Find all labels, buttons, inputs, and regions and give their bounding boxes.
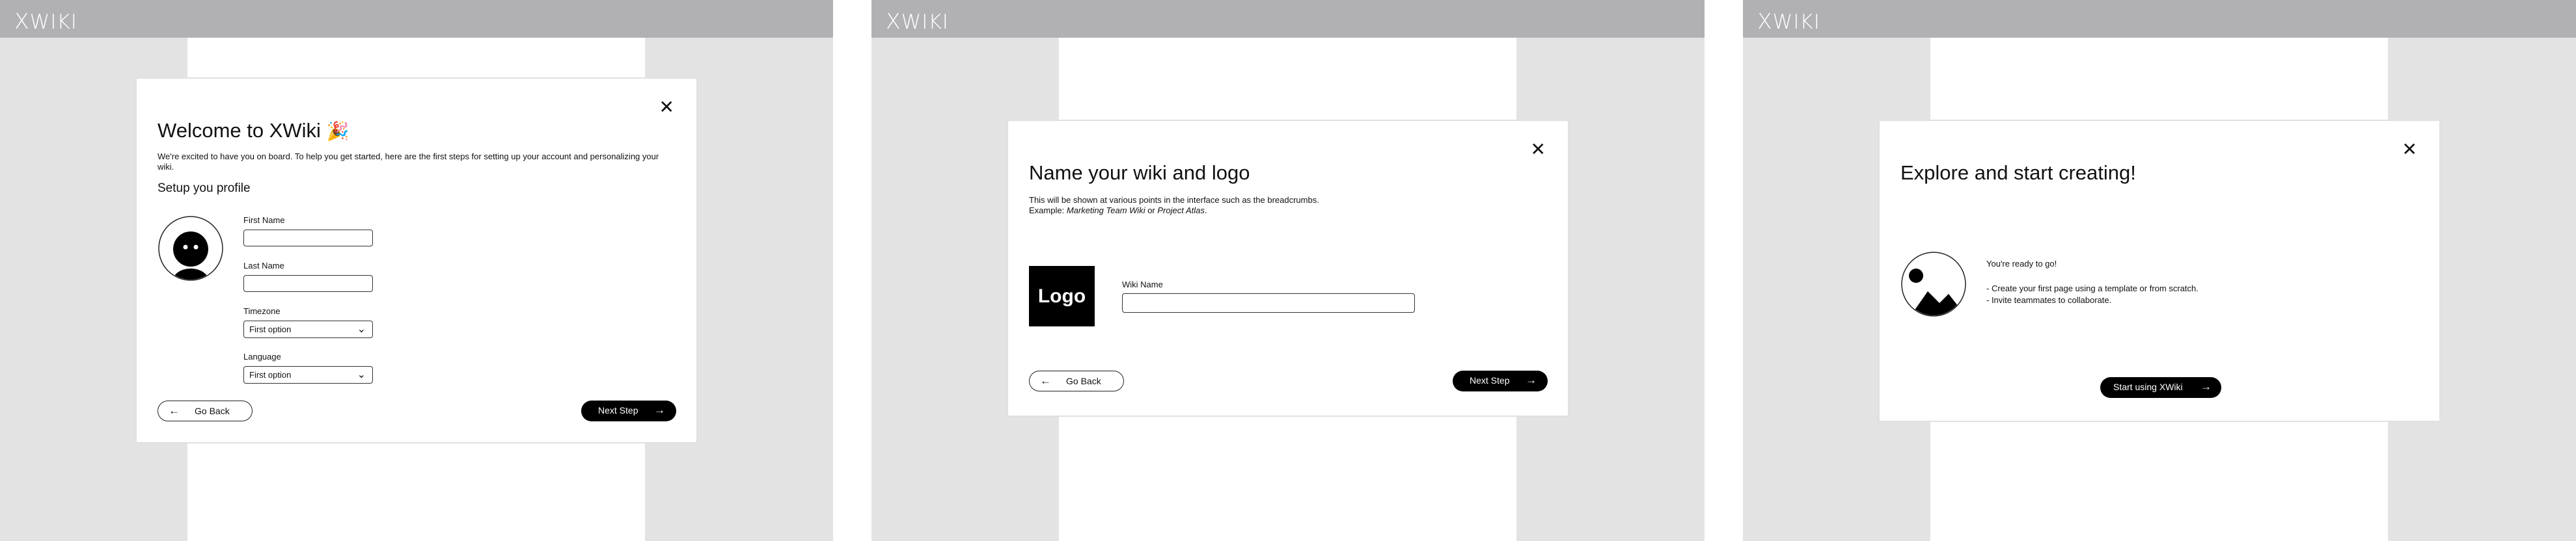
ready-text: You're ready to go! <box>1986 259 2057 269</box>
next-step-label: Next Step <box>598 405 638 416</box>
first-name-label: First Name <box>243 215 285 225</box>
logo-upload[interactable]: Logo <box>1029 266 1095 326</box>
last-name-field[interactable] <box>243 275 373 292</box>
screen-wiki-name: XWIKI ✕ Name your wiki and logo This wil… <box>871 0 1705 541</box>
chevron-down-icon: ⌄ <box>357 369 366 380</box>
xwiki-logo[interactable]: XWIKI <box>886 8 949 34</box>
screen-profile-setup: XWIKI ✕ Welcome to XWiki 🎉 We're excited… <box>0 0 833 541</box>
top-bar: XWIKI <box>0 0 833 38</box>
modal-description: This will be shown at various points in … <box>1029 195 1537 216</box>
arrow-left-icon: ← <box>169 404 180 417</box>
close-icon[interactable]: ✕ <box>659 98 674 116</box>
wiki-name-field[interactable] <box>1122 293 1415 313</box>
top-bar: XWIKI <box>871 0 1705 38</box>
onboarding-modal: ✕ Explore and start creating! You're rea… <box>1878 120 2441 422</box>
close-icon[interactable]: ✕ <box>1531 140 1546 159</box>
arrow-left-icon: ← <box>1040 375 1051 387</box>
xwiki-logo[interactable]: XWIKI <box>14 8 77 34</box>
modal-title: Welcome to XWiki 🎉 <box>158 119 349 142</box>
arrow-right-icon: → <box>654 404 665 416</box>
modal-title: Name your wiki and logo <box>1029 161 1250 184</box>
start-using-xwiki-button[interactable]: Start using XWiki → <box>2100 377 2221 398</box>
go-back-button[interactable]: ← Go Back <box>1029 371 1124 391</box>
timezone-select[interactable]: First option ⌄ <box>243 321 373 338</box>
section-title: Setup you profile <box>158 181 251 195</box>
first-name-field[interactable] <box>243 230 373 246</box>
top-bar: XWIKI <box>1743 0 2576 38</box>
timezone-label: Timezone <box>243 306 281 316</box>
tip-create-page: - Create your first page using a templat… <box>1986 284 2199 293</box>
next-step-button[interactable]: Next Step → <box>1453 371 1548 391</box>
onboarding-modal: ✕ Welcome to XWiki 🎉 We're excited to ha… <box>135 77 698 443</box>
xwiki-logo[interactable]: XWIKI <box>1757 8 1820 34</box>
tip-invite-teammates: - Invite teammates to collaborate. <box>1986 295 2112 305</box>
arrow-right-icon: → <box>2200 380 2212 393</box>
modal-intro: We're excited to have you on board. To h… <box>158 152 659 172</box>
timezone-value: First option <box>249 324 292 334</box>
start-using-label: Start using XWiki <box>2113 382 2183 392</box>
example-line: Example: Marketing Team Wiki or Project … <box>1029 205 1207 215</box>
modal-title: Explore and start creating! <box>1900 161 2136 184</box>
arrow-right-icon: → <box>1526 374 1537 386</box>
chevron-down-icon: ⌄ <box>357 324 366 335</box>
party-icon: 🎉 <box>326 121 349 141</box>
go-back-label: Go Back <box>1066 376 1101 386</box>
language-select[interactable]: First option ⌄ <box>243 366 373 384</box>
close-icon[interactable]: ✕ <box>2402 140 2417 159</box>
onboarding-modal: ✕ Name your wiki and logo This will be s… <box>1007 120 1569 417</box>
language-label: Language <box>243 352 281 362</box>
image-placeholder-icon <box>1901 252 1966 317</box>
last-name-label: Last Name <box>243 261 284 270</box>
screen-explore: XWIKI ✕ Explore and start creating! You'… <box>1743 0 2576 541</box>
language-value: First option <box>249 370 292 380</box>
wiki-name-label: Wiki Name <box>1122 280 1163 289</box>
avatar <box>158 216 223 281</box>
description-line: This will be shown at various points in … <box>1029 195 1319 205</box>
next-step-button[interactable]: Next Step → <box>581 401 676 421</box>
next-step-label: Next Step <box>1470 375 1510 386</box>
go-back-label: Go Back <box>195 406 230 416</box>
go-back-button[interactable]: ← Go Back <box>158 401 253 421</box>
